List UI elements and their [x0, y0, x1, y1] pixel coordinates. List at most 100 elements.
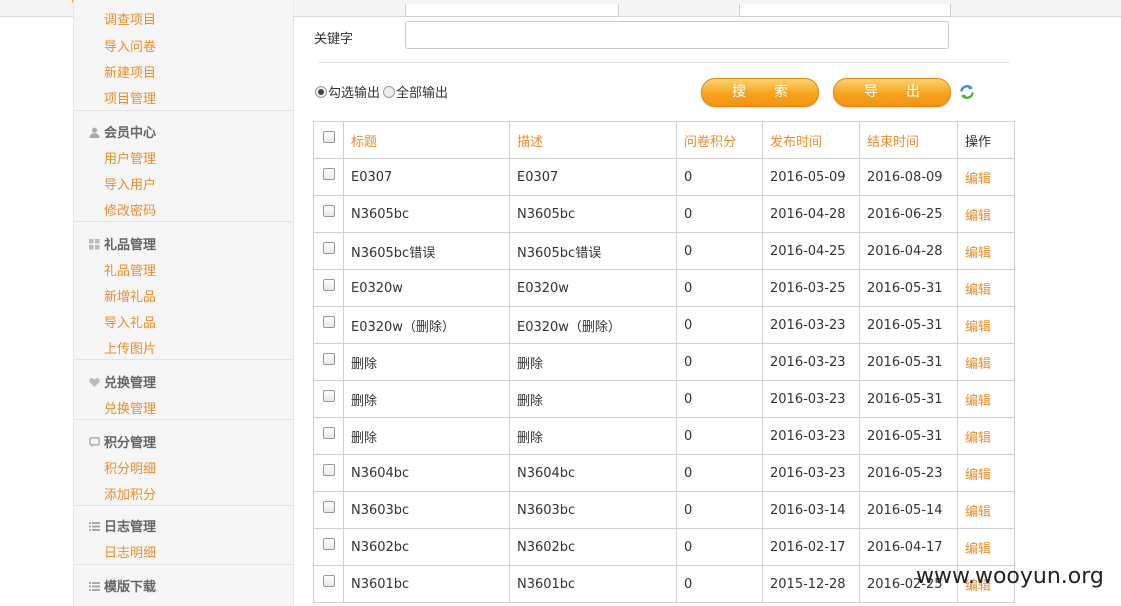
row-checkbox[interactable]	[322, 316, 335, 328]
sidebar-link-upload-images[interactable]: 上传图片	[104, 338, 156, 357]
cell-end-time-text: 2016-05-31	[867, 354, 943, 370]
cell-description: N3605bc错误	[509, 232, 677, 270]
search-button[interactable]: 搜索	[701, 78, 819, 107]
sidebar-link-gift-management[interactable]: 礼品管理	[104, 260, 156, 279]
edit-link[interactable]: 编辑	[965, 172, 991, 187]
cell-description: 删除	[509, 417, 677, 455]
cell-title-text: 删除	[351, 393, 378, 409]
edit-link[interactable]: 编辑	[965, 505, 991, 520]
row-checkbox-cell	[313, 195, 344, 233]
row-checkbox[interactable]	[322, 501, 335, 513]
column-header-end-time[interactable]: 结束时间	[859, 121, 958, 159]
cell-publish-time-text: 2016-04-28	[770, 206, 846, 222]
sidebar-link-project-management[interactable]: 项目管理	[104, 88, 156, 107]
edit-link[interactable]: 编辑	[965, 320, 991, 335]
sidebar-link-user-management[interactable]: 用户管理	[104, 148, 156, 167]
sidebar-link-log-detail[interactable]: 日志明细	[104, 542, 156, 561]
cell-points-text: 0	[684, 465, 693, 481]
cell-title-text: 删除	[351, 356, 378, 372]
top-filter-input-1[interactable]	[405, 4, 619, 17]
cell-publish-time-text: 2016-04-25	[770, 243, 846, 259]
cell-points-text: 0	[684, 576, 693, 592]
cell-title: E0320w（删除）	[343, 306, 510, 344]
edit-link[interactable]: 编辑	[965, 542, 991, 557]
chat-icon	[88, 437, 100, 448]
cell-title-text: N3602bc	[351, 539, 410, 555]
cell-points: 0	[676, 232, 763, 270]
keyword-input[interactable]	[405, 21, 949, 49]
select-all-checkbox[interactable]	[322, 131, 335, 143]
cell-description: N3602bc	[509, 528, 677, 566]
row-checkbox-cell	[313, 158, 344, 196]
row-checkbox[interactable]	[322, 390, 335, 402]
cell-points: 0	[676, 528, 763, 566]
row-checkbox[interactable]	[322, 464, 335, 476]
cell-end-time: 2016-05-31	[859, 417, 958, 455]
cell-title: N3604bc	[343, 454, 510, 492]
row-checkbox[interactable]	[322, 427, 335, 439]
cell-description-text: 删除	[517, 356, 544, 372]
radio-selected-output[interactable]	[315, 86, 327, 98]
sidebar-link-import-gifts[interactable]: 导入礼品	[104, 312, 156, 331]
cell-actions: 编辑	[957, 195, 1015, 233]
row-checkbox[interactable]	[322, 242, 335, 254]
cell-description: N3601bc	[509, 565, 677, 603]
divider	[319, 62, 1009, 63]
edit-link[interactable]: 编辑	[965, 283, 991, 298]
row-checkbox[interactable]	[322, 575, 335, 587]
top-filter-input-2[interactable]	[739, 4, 951, 17]
sidebar-link-add-gift[interactable]: 新增礼品	[104, 286, 156, 305]
column-header-publish-time[interactable]: 发布时间	[762, 121, 860, 159]
cell-points-text: 0	[684, 428, 693, 444]
table-row: 删除 删除 0 2016-03-23 2016-05-31 编辑	[313, 343, 1015, 381]
edit-link[interactable]: 编辑	[965, 209, 991, 224]
row-checkbox[interactable]	[322, 279, 335, 291]
cell-description-text: E0320w（删除）	[517, 319, 621, 335]
sidebar-divider	[74, 505, 293, 506]
row-checkbox-cell	[313, 565, 344, 603]
table-row: E0320w E0320w 0 2016-03-25 2016-05-31 编辑	[313, 269, 1015, 307]
cell-description: 删除	[509, 380, 677, 418]
edit-link[interactable]: 编辑	[965, 357, 991, 372]
cell-description: N3604bc	[509, 454, 677, 492]
cell-description-text: 删除	[517, 430, 544, 446]
row-checkbox[interactable]	[322, 538, 335, 550]
cell-points-text: 0	[684, 206, 693, 222]
edit-link[interactable]: 编辑	[965, 246, 991, 261]
cell-publish-time-text: 2016-03-23	[770, 317, 846, 333]
sidebar-section-member-center: 会员中心	[88, 122, 156, 141]
column-header-points[interactable]: 问卷积分	[676, 121, 763, 159]
column-header-title[interactable]: 标题	[343, 121, 510, 159]
refresh-icon[interactable]	[959, 84, 975, 100]
column-header-description[interactable]: 描述	[509, 121, 677, 159]
radio-selected-output-label[interactable]: 勾选输出	[328, 86, 380, 101]
cell-points: 0	[676, 491, 763, 529]
edit-link[interactable]: 编辑	[965, 468, 991, 483]
sidebar-divider	[74, 221, 293, 222]
table-header-row: 标题 描述 问卷积分 发布时间 结束时间 操作	[313, 121, 1015, 159]
sidebar-link-survey-projects[interactable]: 调查项目	[104, 9, 156, 28]
cell-title-text: N3604bc	[351, 465, 410, 481]
sidebar-link-import-users[interactable]: 导入用户	[104, 174, 156, 193]
cell-end-time: 2016-08-09	[859, 158, 958, 196]
row-checkbox[interactable]	[322, 353, 335, 365]
row-checkbox[interactable]	[322, 168, 335, 180]
sidebar-link-exchange-management[interactable]: 兑换管理	[104, 398, 156, 417]
row-checkbox[interactable]	[322, 205, 335, 217]
cell-end-time-text: 2016-05-14	[867, 502, 943, 518]
sidebar-link-change-password[interactable]: 修改密码	[104, 200, 156, 219]
row-checkbox-cell	[313, 269, 344, 307]
sidebar-link-add-points[interactable]: 添加积分	[104, 484, 156, 503]
radio-all-output-label[interactable]: 全部输出	[396, 86, 448, 101]
sidebar-link-points-detail[interactable]: 积分明细	[104, 458, 156, 477]
cell-end-time: 2016-05-31	[859, 380, 958, 418]
export-button[interactable]: 导出	[833, 78, 951, 107]
edit-link[interactable]: 编辑	[965, 394, 991, 409]
cell-description: N3603bc	[509, 491, 677, 529]
sidebar-link-new-project[interactable]: 新建项目	[104, 62, 156, 81]
edit-link[interactable]: 编辑	[965, 431, 991, 446]
sidebar-link-import-survey[interactable]: 导入问卷	[104, 36, 156, 55]
radio-all-output[interactable]	[383, 86, 396, 98]
cell-publish-time-text: 2016-03-25	[770, 280, 846, 296]
cell-description-text: N3601bc	[517, 576, 576, 592]
